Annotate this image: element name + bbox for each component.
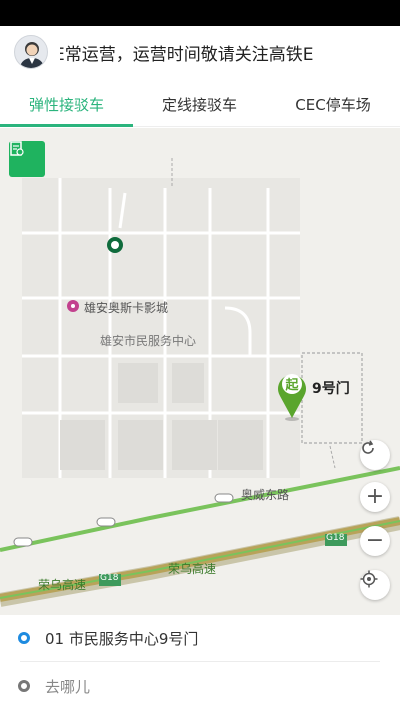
active-tab-indicator — [0, 124, 133, 127]
tab-cec-parking[interactable]: CEC停车场 — [266, 83, 400, 127]
g18-label-2: G18 — [100, 573, 119, 583]
locate-icon — [360, 570, 378, 588]
notice-marquee: E常运营，运营时间敬请关注高铁E — [60, 42, 342, 68]
destination-row[interactable]: 去哪儿 — [0, 663, 400, 709]
tab-fixed-route-shuttle[interactable]: 定线接驳车 — [133, 83, 266, 127]
layer-toggle-button[interactable] — [9, 141, 45, 177]
zoom-out-button[interactable]: − — [360, 526, 390, 556]
road-marker-3 — [214, 493, 234, 503]
notice-text: E常运营，运营时间敬请关注高铁E — [60, 45, 314, 65]
road-label-rongwu-1: 荣乌高速 — [38, 578, 87, 592]
trip-panel: 01 市民服务中心9号门 去哪儿 — [0, 615, 400, 711]
road-label-rongwu-2: 荣乌高速 — [168, 562, 217, 576]
poi-cinema[interactable]: 雄安奥斯卡影城 — [84, 299, 168, 316]
locate-button[interactable] — [360, 570, 390, 600]
pin-label: 9号门 — [312, 381, 350, 397]
status-bar — [0, 0, 400, 26]
origin-dot-icon — [18, 632, 30, 644]
user-avatar-icon[interactable] — [14, 35, 48, 69]
zoom-in-button[interactable]: + — [360, 482, 390, 512]
origin-row[interactable]: 01 市民服务中心9号门 — [0, 615, 400, 661]
map-view[interactable]: 起 雄安奥斯卡影城 雄安市民服务中心 奥威东路 荣乌高速 荣乌高速 G18 G1… — [0, 128, 400, 615]
poi-service-center[interactable]: 雄安市民服务中心 — [100, 332, 196, 349]
road-marker-2 — [96, 517, 116, 527]
notice-header: E常运营，运营时间敬请关注高铁E — [0, 26, 400, 83]
destination-input[interactable]: 去哪儿 — [45, 676, 90, 697]
cinema-icon-inner — [71, 304, 75, 308]
destination-dot-icon — [18, 680, 30, 692]
layer-icon — [10, 141, 24, 156]
tab-flexible-shuttle[interactable]: 弹性接驳车 — [0, 83, 133, 127]
row-divider — [20, 661, 380, 662]
origin-text: 01 市民服务中心9号门 — [45, 629, 199, 648]
road-marker-1 — [13, 537, 33, 547]
tab-bar: 弹性接驳车 定线接驳车 CEC停车场 — [0, 83, 400, 127]
g18-label-1: G18 — [326, 533, 345, 543]
starbucks-icon-inner — [111, 241, 119, 249]
dashed-path-2 — [329, 445, 336, 469]
pin-start-char: 起 — [284, 377, 299, 393]
road-label-aowei: 奥威东路 — [241, 488, 290, 502]
parking-boundary — [301, 352, 363, 444]
refresh-icon — [362, 440, 374, 454]
refresh-button[interactable] — [360, 440, 390, 470]
